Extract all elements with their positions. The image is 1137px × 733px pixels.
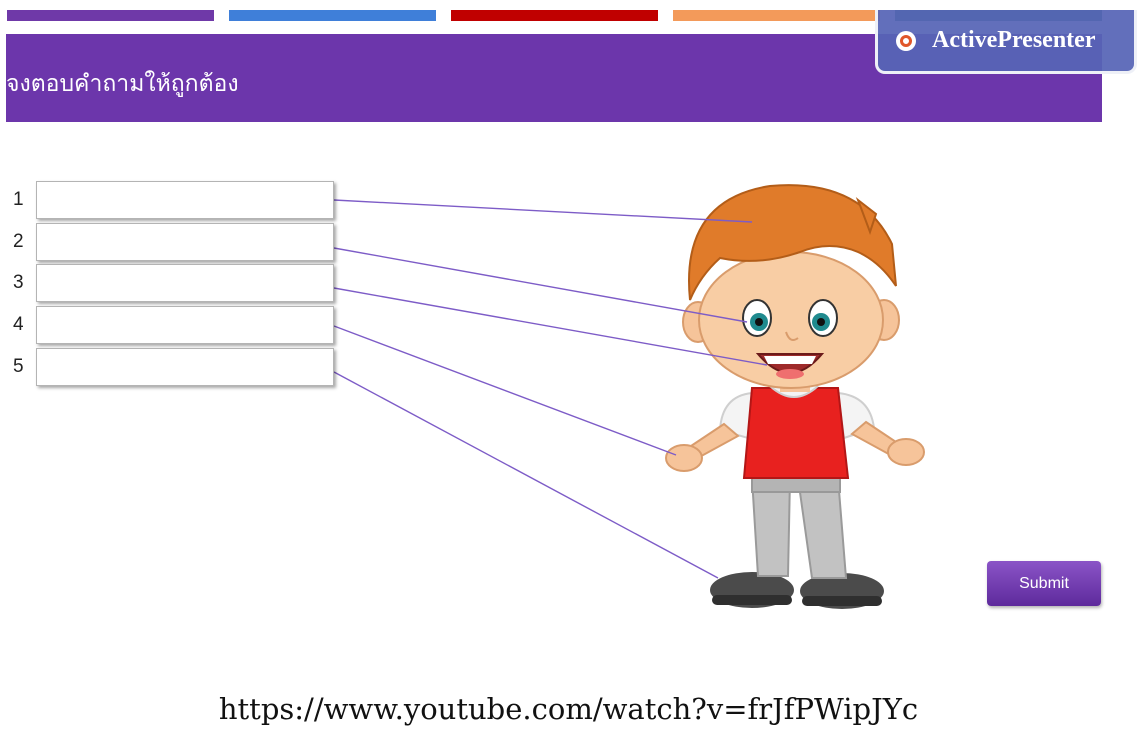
slide-title: จงตอบคำถามให้ถูกต้อง [6,71,239,97]
answer-field-1[interactable] [36,181,334,219]
answer-field-4[interactable] [36,306,334,344]
deco-bar-blue [229,10,436,21]
left-hand [665,444,703,472]
activepresenter-watermark: ActivePresenter [875,10,1137,74]
question-number-5: 5 [13,356,24,377]
right-hand [887,438,925,466]
watermark-text: ActivePresenter [932,27,1096,53]
answer-field-2[interactable] [36,223,334,261]
question-number-4: 4 [13,314,24,335]
answer-field-3[interactable] [36,264,334,302]
video-url-caption: https://www.youtube.com/watch?v=frJfPWip… [218,692,919,726]
red-shirt [742,387,850,479]
submit-button[interactable]: Submit [987,561,1101,606]
activepresenter-logo-icon [896,30,916,51]
deco-bar-red [451,10,658,21]
question-number-2: 2 [13,231,24,252]
deco-bar-purple [7,10,214,21]
cartoon-boy-illustration [665,184,925,609]
question-number-1: 1 [13,189,24,210]
question-number-3: 3 [13,272,24,293]
deco-bar-orange [673,10,880,21]
answer-field-5[interactable] [36,348,334,386]
